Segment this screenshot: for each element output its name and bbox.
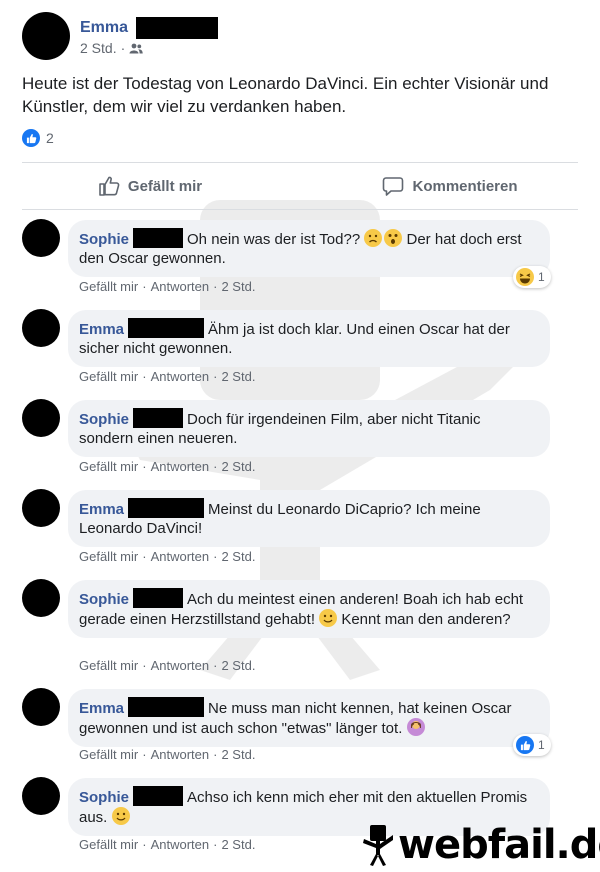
comment-actions: Gefällt mir · Antworten · 2 Std.	[79, 658, 256, 673]
redacted-surname	[128, 498, 205, 518]
author-name[interactable]: Emma	[80, 19, 128, 37]
comment-reply-link[interactable]: Antworten	[151, 549, 210, 564]
thumbs-up-icon	[99, 176, 120, 196]
comment-reply-link[interactable]: Antworten	[151, 747, 210, 762]
post-meta: 2 Std. ·	[80, 40, 143, 56]
comment-author[interactable]: Emma	[79, 321, 124, 338]
redacted-surname	[133, 588, 184, 608]
comment-author[interactable]: Sophie	[79, 231, 129, 248]
comment-bubble: Emma Ähm ja ist doch klar. Und einen Osca…	[68, 310, 550, 367]
redacted-surname	[128, 318, 205, 338]
redacted-surname	[133, 786, 184, 806]
redacted-surname	[136, 17, 219, 39]
comment-like-link[interactable]: Gefällt mir	[79, 459, 138, 474]
redacted-surname	[128, 697, 205, 717]
like-button[interactable]: Gefällt mir	[0, 163, 300, 209]
comment-like-link[interactable]: Gefällt mir	[79, 658, 138, 673]
comment-like-link[interactable]: Gefällt mir	[79, 549, 138, 564]
avatar[interactable]	[22, 688, 60, 726]
comment-bubble: Sophie Doch für irgendeinen Film, aber ni…	[68, 400, 550, 457]
like-reaction-icon	[22, 129, 40, 147]
comment-time[interactable]: 2 Std.	[221, 549, 255, 564]
post-actions: Gefällt mir Kommentieren	[0, 163, 600, 209]
comment-actions: Gefällt mir · Antworten · 2 Std.	[79, 369, 256, 384]
comment-reaction[interactable]: 1	[513, 734, 551, 756]
avatar[interactable]	[22, 219, 60, 257]
comment-actions: Gefällt mir · Antworten · 2 Std.	[79, 279, 256, 294]
redacted-surname	[133, 408, 184, 428]
comment-time[interactable]: 2 Std.	[221, 658, 255, 673]
frown-emoji-icon	[364, 229, 383, 247]
astonished-emoji-icon	[384, 229, 403, 247]
comment-actions: Gefällt mir · Antworten · 2 Std.	[79, 837, 256, 852]
comment-like-link[interactable]: Gefällt mir	[79, 369, 138, 384]
haha-reaction-icon	[516, 268, 534, 286]
comment-time[interactable]: 2 Std.	[221, 837, 255, 852]
webfail-logo: webfail.de	[362, 822, 600, 868]
comment-reply-link[interactable]: Antworten	[151, 459, 210, 474]
friends-icon	[129, 43, 143, 53]
avatar[interactable]	[22, 309, 60, 347]
comment-author[interactable]: Sophie	[79, 591, 129, 608]
comment-time[interactable]: 2 Std.	[221, 747, 255, 762]
comment-author[interactable]: Sophie	[79, 411, 129, 428]
comment-actions: Gefällt mir · Antworten · 2 Std.	[79, 747, 256, 762]
comment-bubble: Emma Ne muss man nicht kennen, hat keinen…	[68, 689, 550, 747]
comment-time[interactable]: 2 Std.	[221, 459, 255, 474]
woman-facepalming-emoji-icon	[406, 718, 425, 736]
comment-icon	[383, 177, 404, 196]
post-reactions[interactable]: 2	[22, 129, 54, 147]
comment-reply-link[interactable]: Antworten	[151, 369, 210, 384]
comment-like-link[interactable]: Gefällt mir	[79, 279, 138, 294]
post-text: Heute ist der Todestag von Leonardo DaVi…	[22, 74, 549, 116]
comment-time[interactable]: 2 Std.	[221, 279, 255, 294]
comment-bubble: Sophie Ach du meintest einen anderen! Boa…	[68, 580, 550, 638]
comment-reaction[interactable]: 1	[513, 266, 551, 288]
comment-bubble: Emma Meinst du Leonardo DiCaprio? Ich mei…	[68, 490, 550, 547]
post-time[interactable]: 2 Std.	[80, 40, 117, 56]
smile-emoji-icon	[319, 609, 338, 627]
avatar[interactable]	[22, 489, 60, 527]
comment-label: Kommentieren	[412, 177, 518, 195]
comment-reply-link[interactable]: Antworten	[151, 837, 210, 852]
comment-time[interactable]: 2 Std.	[221, 369, 255, 384]
reaction-count: 2	[46, 130, 54, 146]
smile-emoji-icon	[111, 807, 130, 825]
webfail-brand-text: webfail.de	[398, 822, 600, 868]
comment-author[interactable]: Sophie	[79, 789, 129, 806]
comment-like-link[interactable]: Gefällt mir	[79, 747, 138, 762]
comment-author[interactable]: Emma	[79, 501, 124, 518]
comment-bubble: Sophie Oh nein was der ist Tod?? Der hat …	[68, 220, 550, 277]
redacted-surname	[133, 228, 184, 248]
avatar[interactable]	[22, 399, 60, 437]
comment-like-link[interactable]: Gefällt mir	[79, 837, 138, 852]
comment-button[interactable]: Kommentieren	[300, 163, 600, 209]
webfail-mascot-icon	[363, 825, 393, 866]
comment-reply-link[interactable]: Antworten	[151, 658, 210, 673]
comment-reply-link[interactable]: Antworten	[151, 279, 210, 294]
comment-actions: Gefällt mir · Antworten · 2 Std.	[79, 459, 256, 474]
post-author: Emma	[80, 17, 219, 39]
like-label: Gefällt mir	[127, 177, 203, 195]
divider	[22, 209, 578, 210]
like-reaction-icon	[516, 736, 534, 754]
comment-author[interactable]: Emma	[79, 700, 124, 717]
avatar[interactable]	[22, 777, 60, 815]
comment-actions: Gefällt mir · Antworten · 2 Std.	[79, 549, 256, 564]
avatar[interactable]	[22, 12, 70, 60]
avatar[interactable]	[22, 579, 60, 617]
